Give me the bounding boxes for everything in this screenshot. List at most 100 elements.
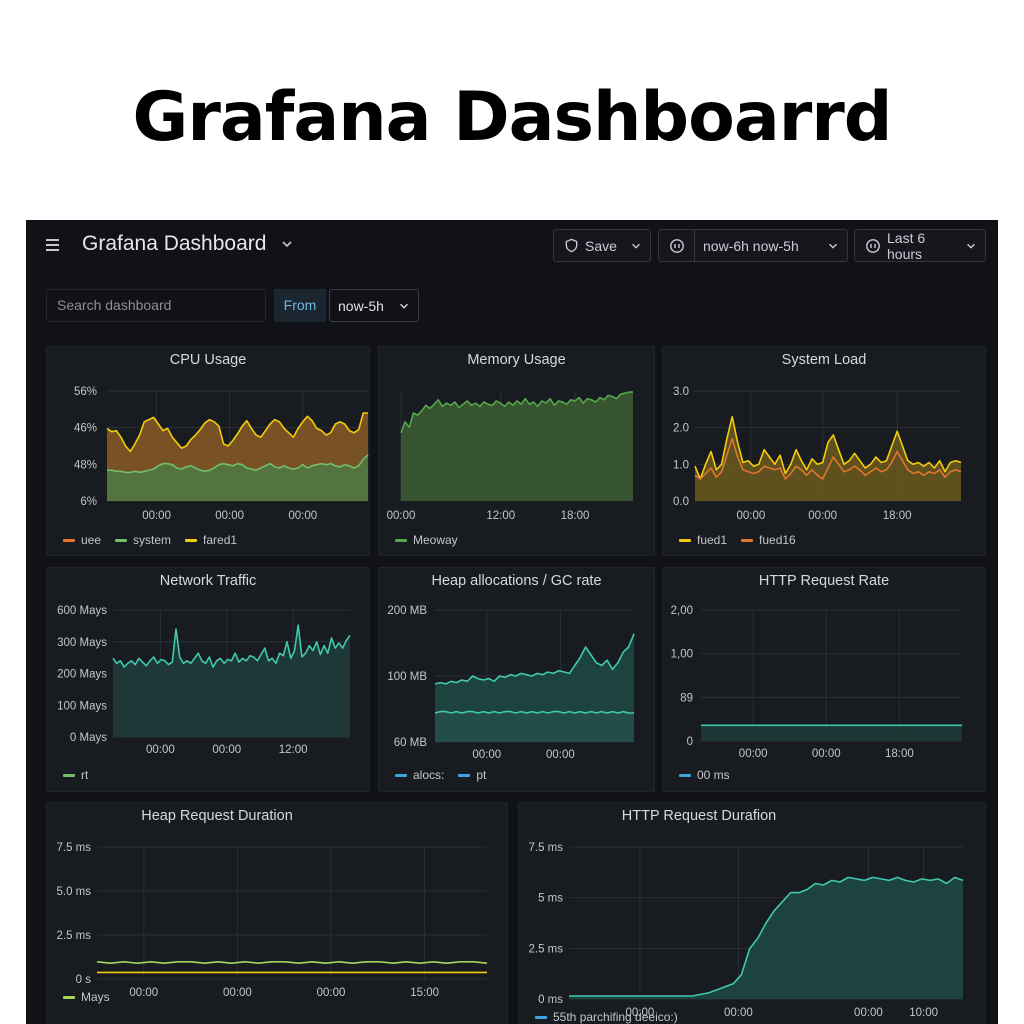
save-label: Save <box>585 237 617 254</box>
legend-item[interactable]: Mays <box>63 990 110 1004</box>
http-request-rate-chart: 2,00 1,00 89 0 00:00 00:00 18:00 <box>671 605 962 760</box>
clock-icon[interactable] <box>659 230 695 261</box>
legend-label: alocs: <box>413 768 445 782</box>
x-tick-label: 18:00 <box>885 748 914 760</box>
heap-request-duration-chart: 7.5 ms 5.0 ms 2.5 ms 0 s 00:00 00:00 00:00 15:0… <box>56 842 488 999</box>
panel-http-request-duration[interactable]: HTTP Request Durafion 7.5 ms 5 ms 2.5 ms 0 … <box>518 802 986 1024</box>
series-area <box>435 711 634 742</box>
y-tick-label: 7.5 ms <box>528 842 563 854</box>
chevron-down-icon[interactable] <box>280 237 294 251</box>
legend-item[interactable]: 00 ms <box>679 768 730 782</box>
legend-item[interactable]: alocs: <box>395 768 444 782</box>
search-input[interactable]: Search dashboard <box>46 289 266 322</box>
save-shield-icon <box>564 238 579 253</box>
legend: 00 ms <box>679 768 730 782</box>
legend-label: Meoway <box>413 533 458 547</box>
hamburger-menu-icon[interactable] <box>46 236 60 254</box>
cpu-usage-chart: 56% 46% 48% 6% 00:00 00:00 00:00 <box>74 386 369 522</box>
grafana-app: Grafana Dashboard Save now-6h now-5h Las… <box>26 220 998 1024</box>
y-tick-label: 56% <box>74 386 97 398</box>
legend-item[interactable]: fued16 <box>741 533 796 547</box>
legend-item[interactable]: fued1 <box>679 533 727 547</box>
legend-swatch <box>679 773 691 777</box>
legend-label: fued1 <box>697 533 728 547</box>
dashboard-title[interactable]: Grafana Dashboard <box>82 232 266 256</box>
legend-item[interactable]: pt <box>458 768 486 782</box>
legend-swatch <box>458 773 471 777</box>
panel-heap-request-duration[interactable]: Heap Request Duration 7.5 ms 5.0 ms 2.5 ms… <box>46 802 508 1024</box>
legend-swatch <box>185 538 198 542</box>
panel-memory-usage[interactable]: Memory Usage 00:00 12:00 18:00 Meoway <box>378 346 655 556</box>
legend-swatch <box>535 1015 547 1019</box>
x-tick-label: 15:00 <box>410 987 439 999</box>
legend-swatch <box>115 538 128 542</box>
legend: uee system fared1 <box>63 533 237 547</box>
legend-label: pt <box>476 768 487 782</box>
y-tick-label: 0 Mays <box>70 732 107 744</box>
y-tick-label: 1,00 <box>671 649 693 661</box>
y-tick-label: 3.0 <box>673 386 689 398</box>
from-value: now-5h <box>338 297 384 314</box>
page-heading: Grafana Dashboarrd <box>132 78 893 157</box>
panel-system-load[interactable]: System Load 3.0 2.0 1.0 0.0 00:00 00:00 18:00 … <box>662 346 986 556</box>
x-tick-label: 12:00 <box>486 510 515 522</box>
time-range-label: now-6h now-5h <box>703 237 799 254</box>
y-tick-label: 6% <box>80 496 97 508</box>
y-tick-label: 60 MB <box>394 737 428 749</box>
x-tick-label: 18:00 <box>883 510 912 522</box>
legend-item[interactable]: 55th parchifing deeico:) <box>535 1010 678 1024</box>
x-tick-label: 00:00 <box>546 749 575 761</box>
x-tick-label: 00:00 <box>223 987 252 999</box>
y-tick-label: 5.0 ms <box>56 886 91 898</box>
panel-cpu-usage[interactable]: CPU Usage 56% 46% 48% 6% 00:00 00:00 00:00 uee… <box>46 346 370 556</box>
legend-swatch <box>741 538 754 542</box>
legend: fued1 fued16 <box>679 533 796 547</box>
system-load-chart: 3.0 2.0 1.0 0.0 00:00 00:00 18:00 <box>673 386 962 522</box>
chevron-down-icon <box>965 240 977 252</box>
x-tick-label: 18:00 <box>561 510 590 522</box>
series-area <box>701 725 962 741</box>
from-label: From <box>274 289 326 322</box>
legend-item[interactable]: uee <box>63 533 101 547</box>
from-select[interactable]: now-5h <box>329 289 419 322</box>
legend-label: system <box>133 533 172 547</box>
x-tick-label: 00:00 <box>812 748 841 760</box>
y-tick-label: 89 <box>680 692 693 704</box>
legend-swatch <box>63 538 75 542</box>
legend: rt <box>63 768 88 782</box>
legend-label: rt <box>81 768 89 782</box>
y-tick-label: 100 MB <box>387 671 427 683</box>
legend: 55th parchifing deeico:) <box>535 1010 678 1024</box>
y-tick-label: 100 Mays <box>57 700 107 712</box>
time-range-picker[interactable]: now-6h now-5h <box>658 229 848 262</box>
panel-heap-allocations[interactable]: Heap allocations / GC rate 200 MB 100 MB 6… <box>378 567 655 792</box>
y-tick-label: 200 Mays <box>57 669 107 681</box>
legend-item[interactable]: system <box>115 533 171 547</box>
y-tick-label: 0 s <box>76 974 92 986</box>
legend-item[interactable]: rt <box>63 768 88 782</box>
x-tick-label: 00:00 <box>854 1007 883 1019</box>
x-tick-label: 00:00 <box>142 510 171 522</box>
legend-label: fared1 <box>203 533 238 547</box>
legend-item[interactable]: Meoway <box>395 533 458 547</box>
y-tick-label: 300 Mays <box>57 637 107 649</box>
panel-http-request-rate[interactable]: HTTP Request Rate 2,00 1,00 89 0 00:00 00:00 1… <box>662 567 986 792</box>
series-area <box>401 392 633 501</box>
y-tick-label: 0 <box>687 736 693 748</box>
panel-network-traffic[interactable]: Network Traffic 600 Mays 300 Mays 200 Mays… <box>46 567 370 792</box>
x-tick-label: 10:00 <box>909 1007 938 1019</box>
last-hours-picker[interactable]: Last 6 hours <box>854 229 986 262</box>
save-button[interactable]: Save <box>553 229 651 262</box>
x-tick-label: 00:00 <box>739 748 768 760</box>
y-tick-label: 48% <box>74 459 97 471</box>
series-line <box>434 710 634 714</box>
y-tick-label: 2.5 ms <box>56 930 91 942</box>
y-tick-label: 2.0 <box>673 423 689 435</box>
legend: alocs: pt <box>395 768 486 782</box>
legend-item[interactable]: fared1 <box>185 533 237 547</box>
y-tick-label: 0.0 <box>673 496 689 508</box>
legend-swatch <box>395 773 407 777</box>
y-tick-label: 46% <box>74 423 97 435</box>
series-area <box>569 877 963 999</box>
y-tick-label: 600 Mays <box>57 605 107 617</box>
